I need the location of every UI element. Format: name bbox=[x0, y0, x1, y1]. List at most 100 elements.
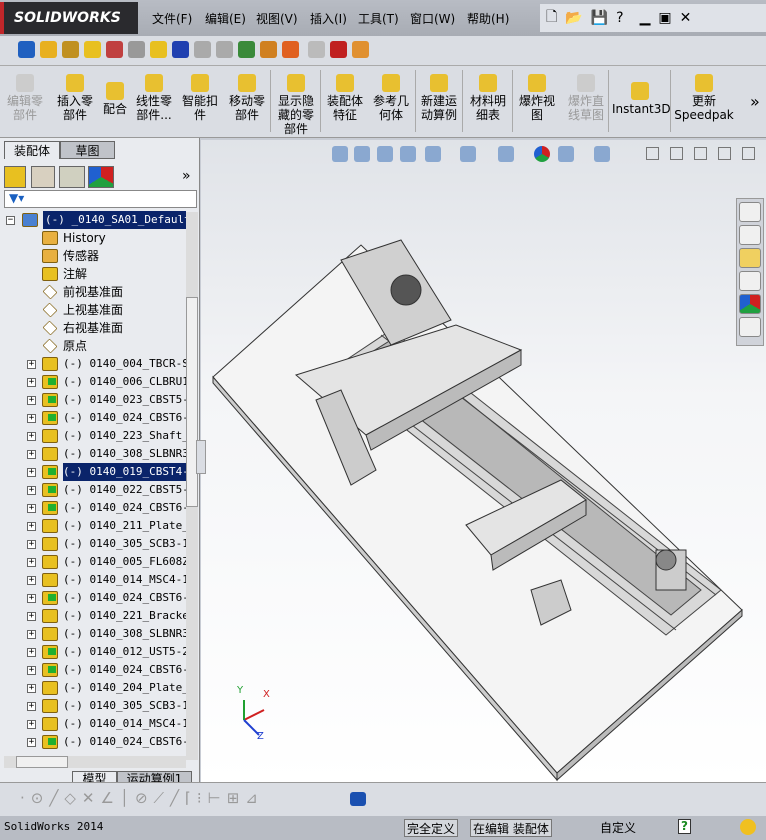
command-button[interactable]: 更新 Speedpak bbox=[672, 74, 736, 122]
toolbar-tool-icon[interactable] bbox=[282, 41, 299, 58]
help-status-icon[interactable]: ? bbox=[678, 819, 691, 834]
toolbar-tool-icon[interactable] bbox=[18, 41, 35, 58]
new-document-icon[interactable]: 🗋 bbox=[546, 6, 557, 30]
tree-horizontal-scrollbar[interactable] bbox=[4, 756, 186, 768]
expand-icon[interactable]: + bbox=[27, 702, 36, 711]
expand-icon[interactable]: + bbox=[27, 576, 36, 585]
configuration-manager-tab-icon[interactable] bbox=[59, 166, 85, 188]
tree-component-item[interactable]: + (-) 0140_019_CBST4-12 bbox=[0, 463, 186, 481]
filter-icon[interactable]: ▼▾ bbox=[4, 190, 197, 208]
tree-component-item[interactable]: + (-) 0140_022_CBST5-15 bbox=[0, 481, 186, 499]
tree-component-item[interactable]: + (-) 0140_024_CBST6-20 bbox=[0, 409, 186, 427]
design-library-icon[interactable] bbox=[739, 225, 761, 245]
open-icon[interactable]: 📂 bbox=[565, 10, 582, 26]
help-icon[interactable]: ? bbox=[616, 10, 623, 26]
toolbar-tool-icon[interactable] bbox=[238, 41, 255, 58]
view-palette-icon[interactable] bbox=[739, 271, 761, 291]
expand-icon[interactable]: + bbox=[27, 612, 36, 621]
toolbar-tool-icon[interactable] bbox=[352, 41, 369, 58]
solidworks-resources-icon[interactable] bbox=[739, 202, 761, 222]
tree-component-item[interactable]: + (-) 0140_014_MSC4-12_ bbox=[0, 571, 186, 589]
zoom-to-fit-icon[interactable] bbox=[332, 146, 348, 162]
tree-component-item[interactable]: + (-) 0140_211_Plate_D bbox=[0, 517, 186, 535]
display-style-icon[interactable] bbox=[460, 146, 476, 162]
command-button[interactable]: 插入零 部件 bbox=[52, 74, 98, 122]
tree-component-item[interactable]: + (-) 0140_006_CLBRU10- bbox=[0, 373, 186, 391]
tree-component-item[interactable]: + (-) 0140_024_CBST6-20 bbox=[0, 661, 186, 679]
toolbar-tool-icon[interactable] bbox=[150, 41, 167, 58]
tree-feature-item[interactable]: History bbox=[0, 229, 186, 247]
restore-view-button[interactable] bbox=[718, 147, 731, 160]
tree-component-item[interactable]: + (-) 0140_024_CBST6-20 bbox=[0, 733, 186, 751]
toolbar-tool-icon[interactable] bbox=[40, 41, 57, 58]
expand-icon[interactable]: + bbox=[27, 738, 36, 747]
command-button[interactable]: 参考几 何体 bbox=[368, 74, 414, 122]
apply-scene-icon[interactable] bbox=[558, 146, 574, 162]
command-button[interactable]: 爆炸直 线草图 bbox=[562, 74, 610, 122]
tree-vertical-scrollbar[interactable] bbox=[186, 212, 198, 760]
toolbar-tool-icon[interactable] bbox=[84, 41, 101, 58]
section-view-icon[interactable] bbox=[400, 146, 416, 162]
minimize-button[interactable]: ▁ bbox=[640, 10, 651, 26]
property-manager-tab-icon[interactable] bbox=[31, 166, 55, 188]
tree-component-item[interactable]: + (-) 0140_223_Shaft_D bbox=[0, 427, 186, 445]
menu-item[interactable]: 编辑(E) bbox=[205, 10, 246, 27]
command-button[interactable]: 显示隐 藏的零 部件 bbox=[272, 74, 320, 136]
expand-icon[interactable]: + bbox=[27, 648, 36, 657]
edit-appearance-icon[interactable] bbox=[534, 146, 550, 162]
close-button[interactable]: ✕ bbox=[680, 10, 692, 26]
minimize-view-button[interactable] bbox=[694, 147, 707, 160]
expand-icon[interactable]: + bbox=[27, 450, 36, 459]
custom-properties-icon[interactable] bbox=[739, 317, 761, 337]
expand-icon[interactable]: + bbox=[27, 504, 36, 513]
tree-component-item[interactable]: + (-) 0140_014_MSC4-12_ bbox=[0, 715, 186, 733]
tree-feature-item[interactable]: 右视基准面 bbox=[0, 319, 186, 337]
tree-component-item[interactable]: + (-) 0140_005_FL608ZZ_ bbox=[0, 553, 186, 571]
command-button[interactable]: 线性零 部件... bbox=[132, 74, 176, 122]
toolbar-tool-icon[interactable] bbox=[106, 41, 123, 58]
hscroll-thumb[interactable] bbox=[16, 756, 68, 768]
tab-sketch[interactable]: 草图 bbox=[60, 141, 115, 159]
tree-root-assembly[interactable]: − (-) _0140_SA01_Default< bbox=[0, 211, 186, 229]
tree-component-item[interactable]: + (-) 0140_012_UST5-25_ bbox=[0, 643, 186, 661]
command-button[interactable]: Instant3D bbox=[612, 82, 671, 116]
display-manager-tab-icon[interactable] bbox=[88, 166, 114, 188]
tree-component-item[interactable]: + (-) 0140_023_CBST5-25 bbox=[0, 391, 186, 409]
tree-feature-item[interactable]: 传感器 bbox=[0, 247, 186, 265]
expand-icon[interactable]: + bbox=[27, 522, 36, 531]
panel-collapse-handle[interactable] bbox=[196, 440, 206, 474]
expand-icon[interactable]: + bbox=[27, 486, 36, 495]
tab-assembly[interactable]: 装配体 bbox=[4, 141, 60, 159]
command-button[interactable]: 材料明 细表 bbox=[466, 74, 510, 122]
command-button[interactable]: 装配体 特征 bbox=[322, 74, 368, 122]
expand-icon[interactable]: + bbox=[27, 414, 36, 423]
close-view-button[interactable] bbox=[742, 147, 755, 160]
expand-icon[interactable]: + bbox=[27, 432, 36, 441]
toolbar-tool-icon[interactable] bbox=[260, 41, 277, 58]
scrollbar-thumb[interactable] bbox=[186, 297, 198, 507]
toolbar-tool-icon[interactable] bbox=[308, 41, 325, 58]
toolbar-tool-icon[interactable] bbox=[128, 41, 145, 58]
expand-icon[interactable]: + bbox=[27, 378, 36, 387]
tree-component-item[interactable]: + (-) 0140_308_SLBNR3_1 bbox=[0, 625, 186, 643]
status-units-custom[interactable]: 自定义 bbox=[600, 819, 636, 836]
save-icon[interactable]: 💾 bbox=[591, 10, 608, 26]
tree-feature-item[interactable]: 前视基准面 bbox=[0, 283, 186, 301]
command-button[interactable]: 配合 bbox=[100, 82, 130, 116]
more-commands-button[interactable]: » bbox=[750, 92, 760, 111]
tag-icon[interactable] bbox=[740, 819, 756, 835]
tree-feature-item[interactable]: 上视基准面 bbox=[0, 301, 186, 319]
tree-component-item[interactable]: + (-) 0140_221_Bracket_ bbox=[0, 607, 186, 625]
command-button[interactable]: 爆炸视图 bbox=[514, 74, 560, 122]
view-settings-icon[interactable] bbox=[594, 146, 610, 162]
tile-left-icon[interactable] bbox=[646, 147, 659, 160]
toolbar-tool-icon[interactable] bbox=[172, 41, 189, 58]
menu-item[interactable]: 窗口(W) bbox=[410, 10, 455, 27]
tree-component-item[interactable]: + (-) 0140_305_SCB3-15_ bbox=[0, 535, 186, 553]
expand-icon[interactable]: + bbox=[27, 630, 36, 639]
expand-icon[interactable]: + bbox=[27, 720, 36, 729]
hide-show-items-icon[interactable] bbox=[498, 146, 514, 162]
view-orientation-icon[interactable] bbox=[425, 146, 441, 162]
toolbar-tool-icon[interactable] bbox=[216, 41, 233, 58]
menu-item[interactable]: 视图(V) bbox=[256, 10, 298, 27]
